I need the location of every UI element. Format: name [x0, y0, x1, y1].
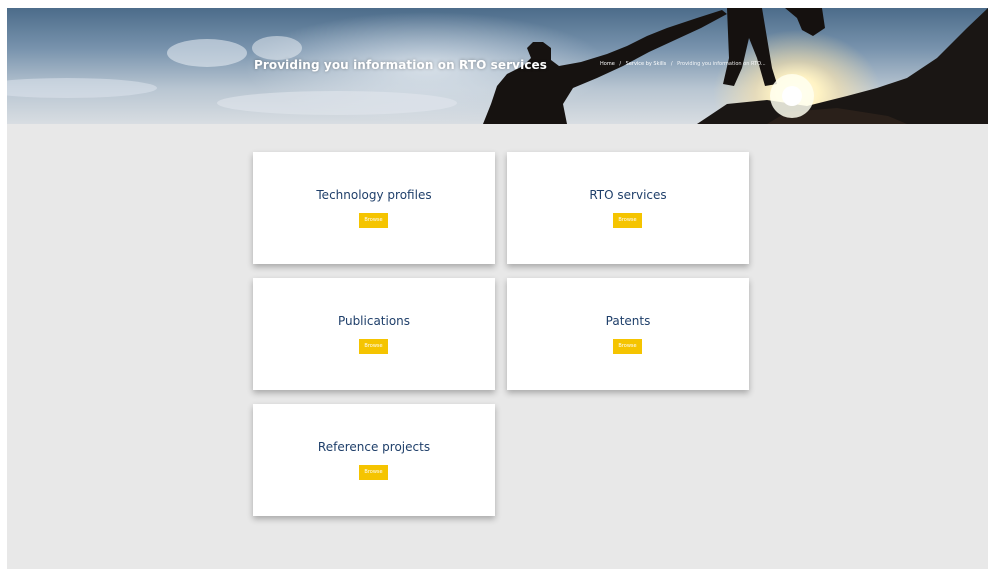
card-title: Technology profiles [316, 188, 432, 202]
page-background: Providing you information on RTO service… [7, 8, 988, 569]
card-title: Patents [605, 314, 651, 328]
card-reference-projects: Reference projects Browse [253, 404, 495, 516]
breadcrumb-current: Providing you information on RTO... [677, 61, 766, 67]
card-publications: Publications Browse [253, 278, 495, 390]
browse-button[interactable]: Browse [359, 465, 388, 480]
page-title: Providing you information on RTO service… [254, 58, 548, 72]
breadcrumb-home-link[interactable]: Home [600, 61, 615, 67]
card-title: Reference projects [317, 440, 431, 454]
breadcrumb: Home / Service by Skills / Providing you… [600, 61, 769, 67]
card-technology-profiles: Technology profiles Browse [253, 152, 495, 264]
browse-button[interactable]: Browse [613, 213, 642, 228]
breadcrumb-separator: / [670, 61, 673, 67]
browse-button[interactable]: Browse [359, 213, 388, 228]
breadcrumb-services-link[interactable]: Service by Skills [626, 61, 667, 67]
browse-button[interactable]: Browse [359, 339, 388, 354]
browse-button[interactable]: Browse [613, 339, 642, 354]
card-title: RTO services [589, 188, 667, 202]
card-patents: Patents Browse [507, 278, 749, 390]
card-rto-services: RTO services Browse [507, 152, 749, 264]
card-title: Publications [337, 314, 411, 328]
hero-banner: Providing you information on RTO service… [7, 8, 988, 124]
breadcrumb-separator: / [619, 61, 622, 67]
